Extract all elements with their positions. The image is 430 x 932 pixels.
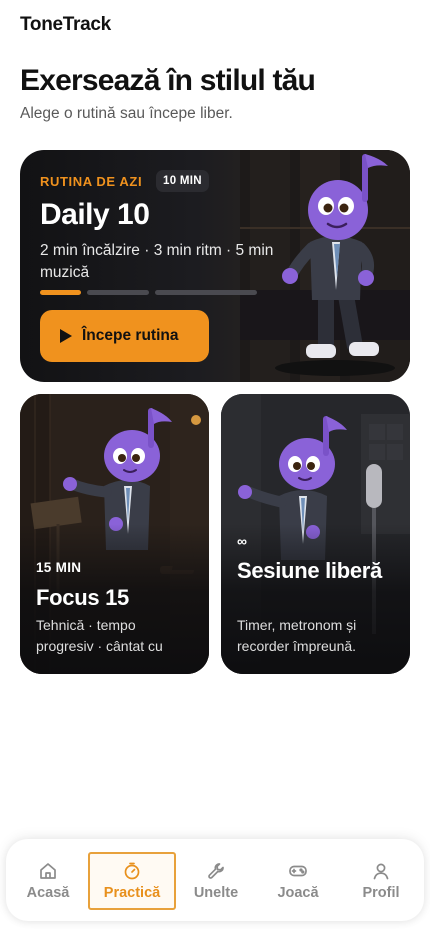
user-icon — [373, 863, 389, 880]
wrench-icon — [208, 863, 224, 879]
nav-label: Unelte — [193, 885, 239, 901]
routine-progress — [40, 290, 257, 295]
nav-item-practice[interactable]: Practică — [88, 852, 176, 910]
start-routine-button[interactable]: Începe rutina — [40, 310, 209, 362]
gamepad-icon — [289, 865, 307, 877]
nav-item-profile[interactable]: Profil — [351, 852, 411, 910]
nav-label: Practică — [103, 885, 161, 901]
app-title: ToneTrack — [20, 14, 111, 35]
hero-title: Daily 10 — [40, 198, 150, 231]
card-title: Sesiune liberă — [237, 558, 382, 583]
nav-item-play[interactable]: Joacă — [268, 852, 328, 910]
duration-badge: 10 MIN — [156, 170, 209, 192]
card-duration: ∞ — [237, 533, 248, 549]
stopwatch-icon — [124, 862, 140, 880]
hero-description: 2 min încălzire · 3 min ritm · 5 min muz… — [40, 242, 274, 281]
hero-kicker: RUTINA DE AZI — [40, 174, 143, 189]
page-title: Exersează în stilul tău — [20, 64, 316, 97]
nav-item-tools[interactable]: Unelte — [186, 852, 246, 910]
bottom-navigation: Acasă Practică Unelte Joacă Profil — [6, 839, 424, 921]
focus-15-card[interactable]: 15 MIN Focus 15 Tehnică · tempo progresi… — [20, 394, 209, 674]
card-description: Timer, metronom și recorder împreună. — [237, 617, 357, 654]
card-title: Focus 15 — [36, 585, 129, 610]
nav-label: Joacă — [277, 885, 319, 901]
start-routine-label: Începe rutina — [82, 327, 179, 344]
daily-routine-card[interactable]: RUTINA DE AZI 10 MIN Daily 10 2 min încă… — [20, 150, 410, 382]
page-subtitle: Alege o rutină sau începe liber. — [20, 105, 233, 122]
nav-label: Profil — [362, 885, 400, 901]
card-description: Tehnică · tempo progresiv · cântat cu me… — [36, 617, 163, 654]
free-session-card[interactable]: ∞ Sesiune liberă Timer, metronom și reco… — [221, 394, 410, 674]
nav-item-home[interactable]: Acasă — [18, 852, 78, 910]
play-icon — [60, 329, 72, 343]
home-icon — [40, 863, 56, 879]
progress-segment — [87, 290, 149, 295]
card-duration: 15 MIN — [36, 560, 82, 575]
progress-segment — [154, 290, 257, 295]
nav-label: Acasă — [26, 885, 70, 901]
progress-segment — [40, 290, 81, 295]
